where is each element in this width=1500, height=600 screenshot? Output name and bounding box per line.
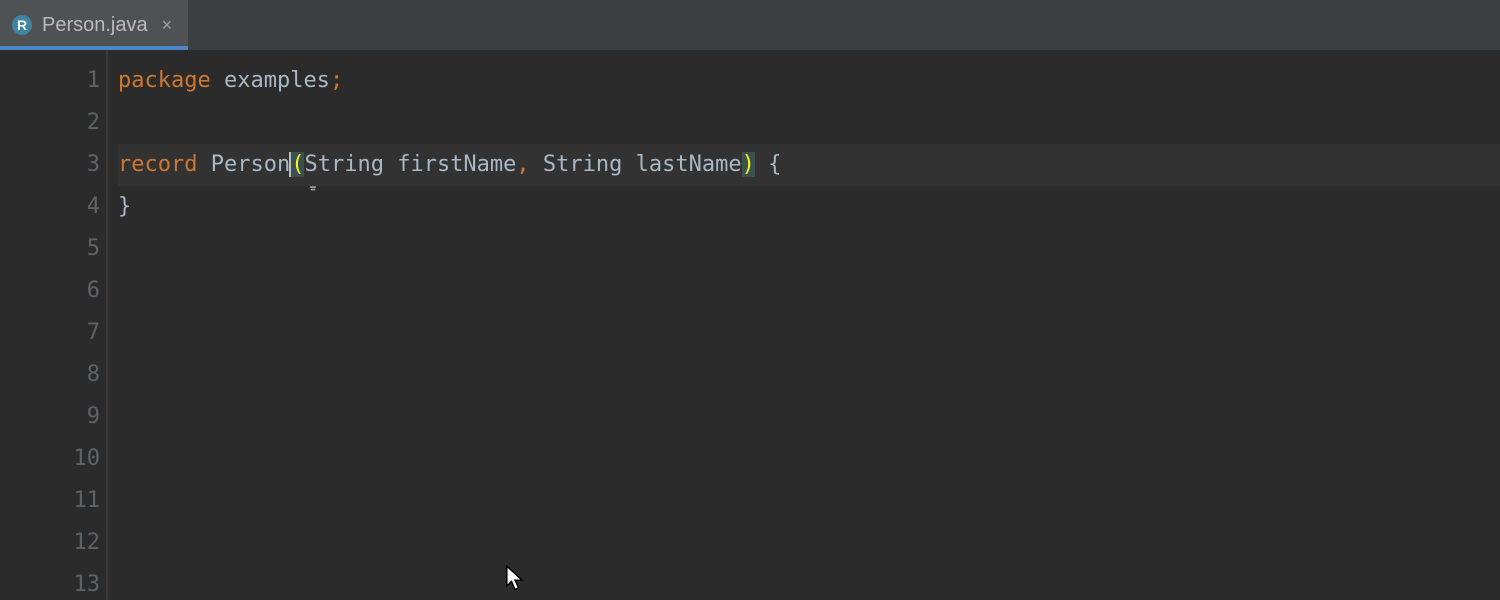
line-number: 1 [52, 60, 100, 102]
close-paren: ) [742, 152, 755, 177]
editor-tabstrip: R Person.java × [0, 0, 1500, 50]
line-number: 9 [52, 396, 100, 438]
code-line[interactable] [118, 522, 1500, 564]
line-number: 5 [52, 228, 100, 270]
line-number: 7 [52, 312, 100, 354]
close-icon[interactable]: × [162, 16, 173, 34]
code-line[interactable] [118, 480, 1500, 522]
open-paren: ( [291, 152, 304, 177]
code-editor[interactable]: 1 2 3 4 5 6 7 8 9 10 11 12 13 package ex… [0, 50, 1500, 600]
line-number: 4 [52, 186, 100, 228]
comma: , [516, 152, 529, 177]
code-line[interactable] [118, 438, 1500, 480]
line-number: 12 [52, 522, 100, 564]
keyword-package: package [118, 68, 211, 93]
code-line[interactable] [118, 102, 1500, 144]
line-number: 10 [52, 438, 100, 480]
line-number: 8 [52, 354, 100, 396]
semicolon: ; [330, 68, 343, 93]
param-type: String [304, 152, 383, 177]
param-type: String [543, 152, 622, 177]
line-number: 13 [52, 564, 100, 600]
line-number: 3 [52, 144, 100, 186]
open-brace: { [768, 152, 781, 177]
type-name: Person [211, 152, 290, 177]
line-number: 11 [52, 480, 100, 522]
line-number-gutter: 1 2 3 4 5 6 7 8 9 10 11 12 13 [0, 50, 108, 600]
code-line[interactable] [118, 354, 1500, 396]
package-name: examples [224, 68, 330, 93]
keyword-record: record [118, 152, 197, 177]
code-line[interactable]: } [118, 186, 1500, 228]
code-line-active[interactable]: record Person(String firstName, String l… [118, 144, 1500, 186]
code-line[interactable] [118, 396, 1500, 438]
param-name: firstName [397, 152, 516, 177]
param-name: lastName [636, 152, 742, 177]
code-text [211, 68, 224, 93]
tab-person-java[interactable]: R Person.java × [0, 0, 188, 50]
code-line[interactable]: package examples; [118, 60, 1500, 102]
record-file-icon: R [12, 15, 32, 35]
code-line[interactable] [118, 564, 1500, 600]
code-area[interactable]: package examples; record Person(String f… [108, 50, 1500, 600]
tab-filename: Person.java [42, 14, 148, 37]
code-line[interactable] [118, 312, 1500, 354]
close-brace: } [118, 194, 131, 219]
code-line[interactable] [118, 270, 1500, 312]
line-number: 6 [52, 270, 100, 312]
line-number: 2 [52, 102, 100, 144]
code-line[interactable] [118, 228, 1500, 270]
